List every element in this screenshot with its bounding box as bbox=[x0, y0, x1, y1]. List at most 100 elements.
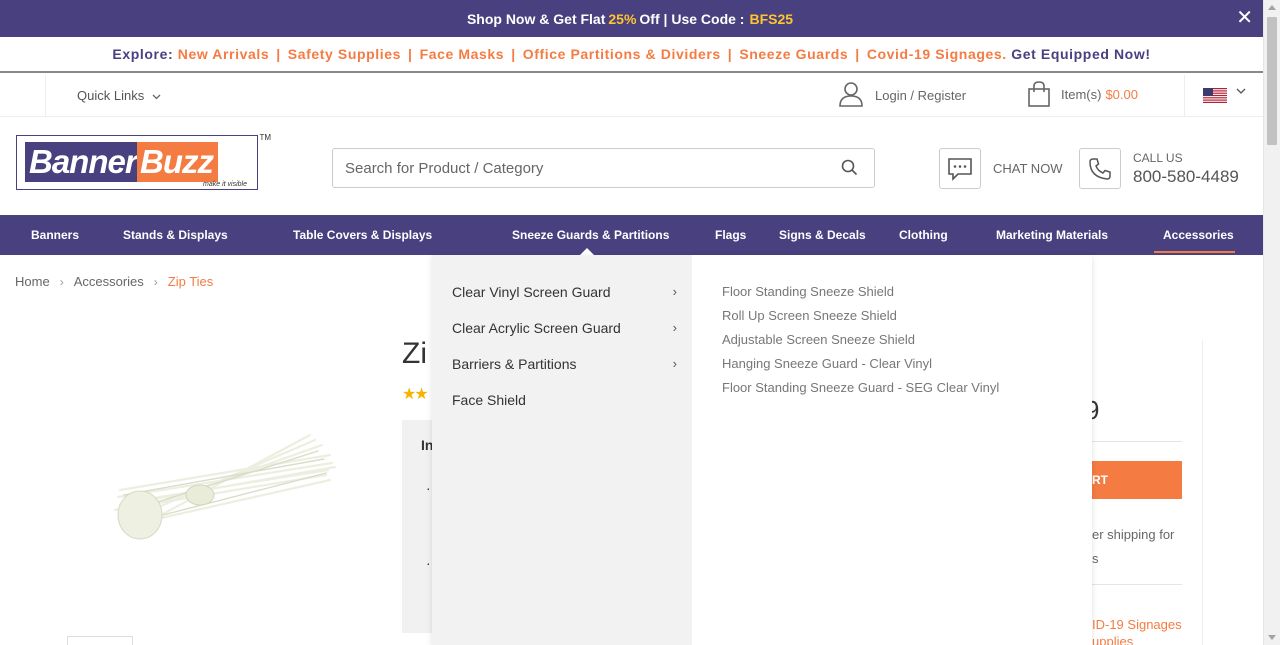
shipping-note: er shipping for s bbox=[1092, 523, 1174, 571]
nav-item-signs-decals[interactable]: Signs & Decals bbox=[779, 215, 866, 255]
product-image[interactable] bbox=[100, 415, 340, 555]
scroll-thumb[interactable] bbox=[1267, 17, 1277, 145]
breadcrumb-home[interactable]: Home bbox=[15, 274, 50, 289]
promo-bar: Shop Now & Get Flat 25% Off | Use Code :… bbox=[0, 0, 1263, 37]
shopping-bag-icon bbox=[1028, 81, 1050, 107]
explore-link-covid-signages[interactable]: Covid-19 Signages bbox=[867, 46, 1002, 62]
phone-icon-box bbox=[1079, 148, 1121, 189]
mega-category-clear-vinyl[interactable]: Clear Vinyl Screen Guard › bbox=[452, 284, 677, 300]
quick-links-dropdown[interactable]: Quick Links bbox=[77, 88, 161, 103]
phone-icon bbox=[1089, 157, 1111, 180]
breadcrumb-separator: › bbox=[59, 274, 64, 289]
scroll-up-arrow[interactable] bbox=[1268, 5, 1276, 10]
mega-menu-categories: Clear Vinyl Screen Guard › Clear Acrylic… bbox=[432, 255, 692, 645]
panel-border bbox=[1202, 340, 1203, 645]
call-us[interactable]: CALL US 800-580-4489 bbox=[1079, 148, 1239, 189]
product-title: Zi bbox=[402, 337, 427, 370]
product-thumbnail[interactable] bbox=[67, 636, 133, 645]
nav-item-stands-displays[interactable]: Stands & Displays bbox=[123, 215, 228, 255]
cart-link[interactable]: Item(s) $0.00 bbox=[1028, 81, 1138, 107]
search-box bbox=[332, 148, 875, 188]
logo-part-buzz: Buzz bbox=[137, 142, 218, 182]
breadcrumb-separator: › bbox=[153, 274, 158, 289]
nav-item-banners[interactable]: Banners bbox=[31, 215, 79, 255]
explore-label: Explore: bbox=[112, 46, 174, 62]
add-to-cart-button[interactable]: RT bbox=[1092, 461, 1182, 499]
promo-percent: 25% bbox=[608, 10, 637, 27]
explore-link-new-arrivals[interactable]: New Arrivals bbox=[178, 46, 270, 62]
explore-dot: . bbox=[1002, 46, 1007, 62]
info-bullet: · bbox=[426, 555, 431, 571]
add-to-cart-label: RT bbox=[1092, 473, 1108, 487]
mega-link-hanging[interactable]: Hanging Sneeze Guard - Clear Vinyl bbox=[722, 356, 932, 371]
call-us-label: CALL US bbox=[1133, 150, 1183, 165]
bannerbuzz-logo[interactable]: Banner Buzz make it visible TM bbox=[16, 133, 271, 190]
page-scrollbar[interactable] bbox=[1263, 0, 1280, 645]
nav-item-table-covers[interactable]: Table Covers & Displays bbox=[293, 215, 432, 255]
login-label: Login / Register bbox=[875, 87, 967, 103]
explore-link-office-partitions[interactable]: Office Partitions & Dividers bbox=[523, 46, 721, 62]
logo-trademark: TM bbox=[259, 133, 271, 142]
mega-link-seg-clear-vinyl[interactable]: Floor Standing Sneeze Guard - SEG Clear … bbox=[722, 380, 999, 395]
divider bbox=[1092, 441, 1182, 442]
related-links: ID-19 Signages upplies bbox=[1092, 616, 1182, 645]
explore-link-sneeze-guards[interactable]: Sneeze Guards bbox=[739, 46, 848, 62]
mega-link-roll-up[interactable]: Roll Up Screen Sneeze Shield bbox=[722, 308, 897, 323]
shipping-text-line2: s bbox=[1092, 551, 1099, 566]
mega-category-face-shield[interactable]: Face Shield bbox=[452, 392, 677, 408]
logo-tagline: make it visible bbox=[203, 181, 247, 188]
search-input[interactable] bbox=[333, 149, 823, 187]
chevron-right-icon: › bbox=[672, 356, 677, 371]
close-icon[interactable]: ✕ bbox=[1236, 8, 1253, 28]
mega-category-label: Barriers & Partitions bbox=[452, 356, 577, 372]
login-register-link[interactable]: Login / Register bbox=[838, 81, 966, 107]
cart-amount: $0.00 bbox=[1105, 86, 1138, 102]
chat-icon-box bbox=[939, 148, 981, 189]
divider bbox=[1092, 584, 1182, 585]
user-icon bbox=[839, 82, 863, 107]
mega-category-label: Clear Acrylic Screen Guard bbox=[452, 320, 621, 336]
chat-icon bbox=[948, 157, 972, 181]
chevron-right-icon: › bbox=[672, 320, 677, 335]
breadcrumb-current: Zip Ties bbox=[167, 274, 214, 289]
nav-item-clothing[interactable]: Clothing bbox=[899, 215, 948, 255]
sneeze-guards-mega-menu: Clear Vinyl Screen Guard › Clear Acrylic… bbox=[432, 255, 1092, 645]
logo-part-banner: Banner bbox=[25, 142, 141, 182]
chat-now-label: CHAT NOW bbox=[993, 161, 1063, 176]
related-link-covid-signages[interactable]: ID-19 Signages bbox=[1092, 616, 1182, 633]
related-link-supplies[interactable]: upplies bbox=[1092, 633, 1182, 645]
chat-now-button[interactable]: CHAT NOW bbox=[939, 148, 1063, 189]
chevron-right-icon: › bbox=[672, 284, 677, 299]
us-flag-icon[interactable] bbox=[1203, 88, 1227, 103]
explore-link-safety-supplies[interactable]: Safety Supplies bbox=[288, 46, 401, 62]
mega-link-floor-standing[interactable]: Floor Standing Sneeze Shield bbox=[722, 284, 894, 299]
mega-category-label: Face Shield bbox=[452, 392, 526, 408]
phone-number[interactable]: 800-580-4489 bbox=[1133, 167, 1239, 187]
rating-stars[interactable]: ★★ bbox=[402, 384, 429, 404]
explore-separator: | bbox=[727, 46, 733, 62]
utility-bar: Quick Links Login / Register Item(s) $0.… bbox=[0, 75, 1263, 117]
explore-separator: | bbox=[855, 46, 860, 62]
nav-item-flags[interactable]: Flags bbox=[715, 215, 746, 255]
scroll-down-arrow[interactable] bbox=[1268, 635, 1276, 640]
chevron-down-icon[interactable] bbox=[1236, 87, 1246, 95]
nav-item-accessories[interactable]: Accessories bbox=[1163, 215, 1234, 255]
search-icon[interactable] bbox=[841, 159, 858, 176]
explore-separator: | bbox=[408, 46, 413, 62]
mega-category-barriers[interactable]: Barriers & Partitions › bbox=[452, 356, 677, 372]
nav-active-indicator bbox=[1154, 251, 1235, 253]
mega-link-adjustable[interactable]: Adjustable Screen Sneeze Shield bbox=[722, 332, 915, 347]
shipping-text-line1: er shipping for bbox=[1092, 527, 1175, 542]
chevron-down-icon bbox=[152, 94, 161, 99]
cart-label: Item(s) bbox=[1061, 86, 1102, 102]
explore-bar: Explore: New Arrivals | Safety Supplies … bbox=[0, 37, 1263, 73]
explore-separator: | bbox=[276, 46, 281, 62]
explore-link-face-masks[interactable]: Face Masks bbox=[420, 46, 505, 62]
menu-box bbox=[0, 75, 46, 117]
mega-category-clear-acrylic[interactable]: Clear Acrylic Screen Guard › bbox=[452, 320, 677, 336]
explore-cta: Get Equipped Now! bbox=[1011, 46, 1151, 62]
explore-separator: | bbox=[511, 46, 516, 62]
breadcrumb-accessories[interactable]: Accessories bbox=[74, 274, 144, 289]
divider bbox=[1184, 75, 1185, 117]
nav-item-marketing[interactable]: Marketing Materials bbox=[996, 215, 1108, 255]
